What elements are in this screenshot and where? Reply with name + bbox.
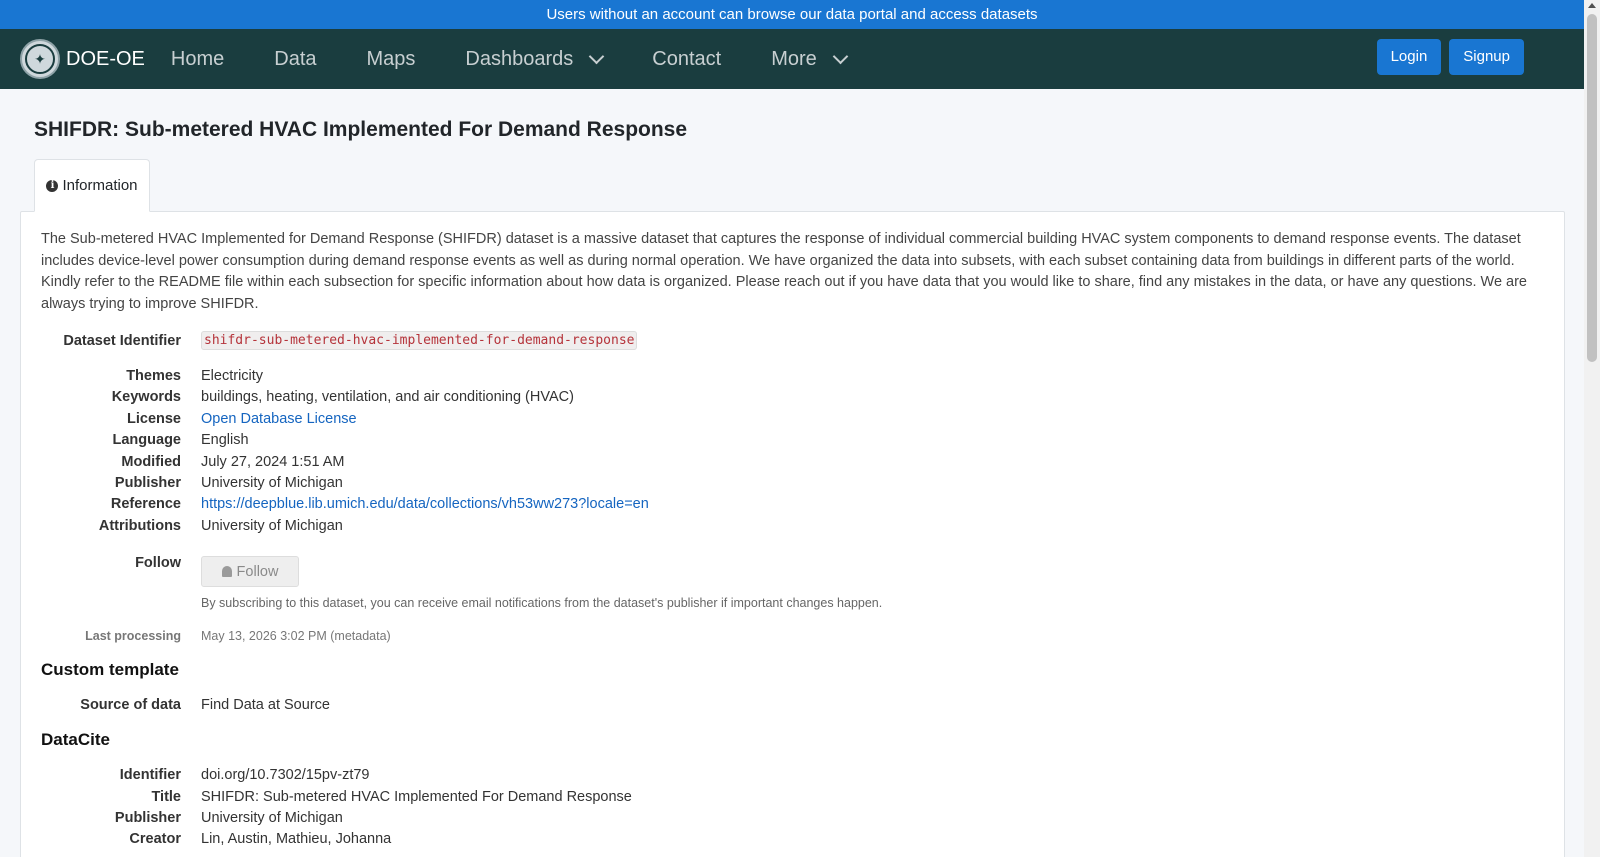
nav-item-maps[interactable]: Maps (367, 48, 416, 71)
field-label: Publisher (114, 810, 181, 826)
field-label: Source of data (80, 697, 181, 713)
keywords-value: buildings, heating, ventilation, and air… (201, 389, 574, 405)
field-label: License (127, 411, 181, 427)
chevron-down-icon (588, 48, 605, 64)
dataset-identifier: shifdr-sub-metered-hvac-implemented-for-… (201, 331, 638, 350)
tab-information[interactable]: i Information (34, 159, 150, 212)
info-icon: i (46, 179, 59, 192)
field-label: Themes (126, 368, 181, 384)
themes-value: Electricity (201, 368, 264, 384)
field-label: Creator (129, 831, 181, 847)
field-label: Last processing (85, 629, 181, 643)
nav-item-label: Maps (366, 47, 416, 70)
attributions-value: University of Michigan (201, 518, 343, 534)
nav-item-contact[interactable]: Contact (652, 48, 721, 71)
field-label: Identifier (119, 767, 181, 783)
nav-item-label: Dashboards (465, 47, 574, 70)
nav-item-label: Home (170, 47, 225, 70)
datacite-publisher-value: University of Michigan (201, 810, 343, 826)
top-navbar: ✦ DOE-OE Home Data Maps Dashboards Conta… (0, 29, 1584, 89)
follow-button[interactable]: Follow (201, 556, 299, 587)
reference-link[interactable]: https://deepblue.lib.umich.edu/data/coll… (201, 496, 649, 512)
custom-template-heading: Custom template (41, 660, 179, 679)
nav-menu: Home Data Maps Dashboards Contact More (171, 48, 896, 71)
field-label: Title (151, 789, 181, 805)
dataset-description: The Sub-metered HVAC Implemented for Dem… (41, 231, 1527, 312)
datacite-identifier-value: doi.org/10.7302/15pv-zt79 (201, 767, 370, 783)
doe-seal-logo: ✦ (20, 39, 60, 79)
follow-note: By subscribing to this dataset, you can … (201, 596, 883, 610)
nav-item-dashboards[interactable]: Dashboards (465, 47, 605, 71)
field-label: Reference (110, 496, 181, 512)
field-label: Publisher (114, 475, 181, 491)
field-label: Attributions (98, 518, 181, 534)
publisher-value: University of Michigan (201, 475, 343, 491)
nav-item-label: More (771, 47, 817, 70)
datacite-creator-value: Lin, Austin, Mathieu, Johanna (201, 831, 392, 847)
bell-icon (221, 566, 232, 577)
login-button[interactable]: Login (1376, 39, 1442, 75)
scrollbar-thumb[interactable] (1587, 14, 1597, 362)
datacite-title-value: SHIFDR: Sub-metered HVAC Implemented For… (201, 789, 632, 805)
brand-link[interactable]: ✦ DOE-OE (20, 39, 145, 79)
field-label: Keywords (111, 389, 181, 405)
license-link[interactable]: Open Database License (201, 411, 357, 427)
source-value: Find Data at Source (201, 697, 330, 713)
signup-button[interactable]: Signup (1449, 39, 1524, 75)
field-label: Language (112, 432, 181, 448)
nav-item-home[interactable]: Home (171, 48, 224, 71)
follow-button-label: Follow (236, 563, 279, 580)
field-label: Follow (135, 555, 181, 571)
nav-item-data[interactable]: Data (274, 48, 316, 71)
modified-value: July 27, 2024 1:51 AM (201, 454, 345, 470)
language-value: English (201, 432, 249, 448)
page-scrollbar[interactable] (1584, 0, 1600, 857)
nav-item-label: Contact (652, 47, 722, 70)
datacite-heading: DataCite (41, 730, 110, 749)
field-label: Modified (121, 454, 181, 470)
announcement-banner: Users without an account can browse our … (0, 0, 1584, 29)
nav-item-label: Data (274, 47, 317, 70)
chevron-down-icon (832, 48, 849, 64)
last-processing-value: May 13, 2026 3:02 PM (metadata) (201, 629, 391, 643)
brand-name: DOE-OE (66, 47, 145, 70)
field-label: Dataset Identifier (63, 333, 181, 349)
scroll-up-arrow-icon[interactable] (1588, 3, 1596, 8)
tab-label: Information (62, 177, 138, 194)
page-title: SHIFDR: Sub-metered HVAC Implemented For… (34, 118, 688, 141)
nav-item-more[interactable]: More (771, 47, 849, 71)
